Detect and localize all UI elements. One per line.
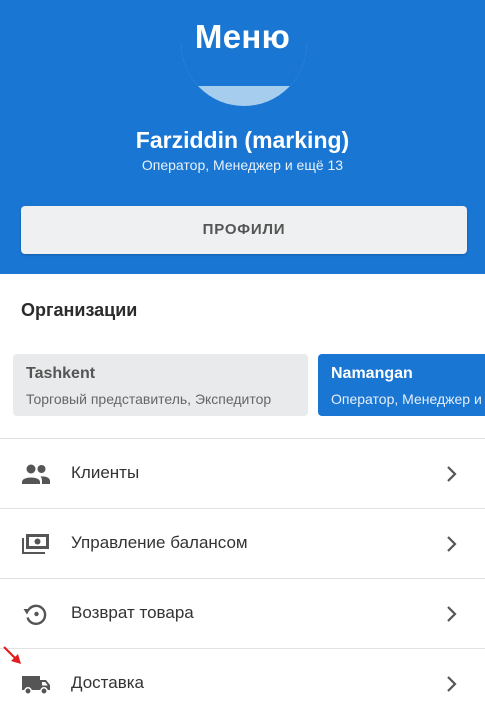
menu-item-label: Управление балансом xyxy=(71,533,248,552)
chevron-right-icon xyxy=(447,466,457,482)
menu-item-label: Клиенты xyxy=(71,463,140,482)
menu-header: Меню Farziddin (marking) Оператор, Менед… xyxy=(0,0,485,274)
org-name: Namangan xyxy=(331,365,413,382)
org-card-tashkent[interactable]: Tashkent Торговый представитель, Экспеди… xyxy=(13,354,308,416)
page-title: Меню xyxy=(194,18,291,55)
chevron-right-icon xyxy=(447,676,457,692)
chevron-right-icon xyxy=(447,536,457,552)
cash-icon xyxy=(22,534,49,554)
user-name: Farziddin (marking) xyxy=(135,127,350,153)
truck-icon xyxy=(22,676,50,695)
chevron-right-icon xyxy=(447,606,457,622)
menu-item-label: Возврат товара xyxy=(71,603,194,622)
org-roles: Торговый представитель, Экспедитор xyxy=(26,391,272,407)
people-icon xyxy=(22,464,50,484)
user-roles: Оператор, Менеджер и ещё 13 xyxy=(141,157,344,173)
profiles-button[interactable]: ПРОФИЛИ xyxy=(21,206,467,254)
menu-item-balance[interactable]: Управление балансом xyxy=(0,509,485,579)
return-icon xyxy=(23,604,47,625)
menu-item-clients[interactable]: Клиенты xyxy=(0,439,485,509)
org-roles: Оператор, Менеджер и ещё 13 xyxy=(331,391,485,407)
org-name: Tashkent xyxy=(26,365,96,382)
organizations-title: Организации xyxy=(21,300,138,320)
annotation-arrow-icon xyxy=(3,646,21,664)
menu-item-delivery[interactable]: Доставка xyxy=(0,649,485,715)
org-card-namangan[interactable]: Namangan Оператор, Менеджер и ещё 13 xyxy=(318,354,485,416)
menu-item-return[interactable]: Возврат товара xyxy=(0,579,485,649)
menu-item-label: Доставка xyxy=(71,673,145,692)
